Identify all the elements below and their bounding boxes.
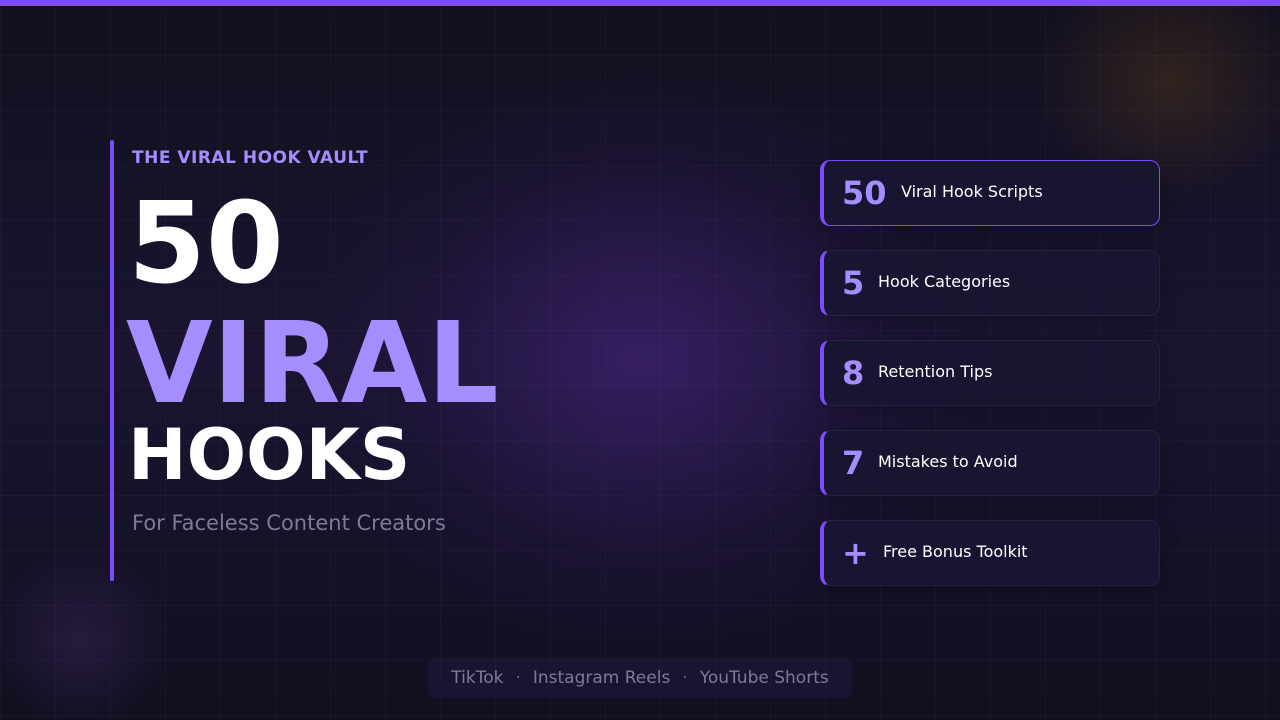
platform-instagram-reels: Instagram Reels xyxy=(532,668,671,688)
platform-list: TikTok · Instagram Reels · YouTube Short… xyxy=(428,658,852,698)
title-line-number: 50 xyxy=(128,179,284,309)
title-line-viral: VIRAL xyxy=(126,299,499,429)
stat-label: Retention Tips xyxy=(878,362,993,381)
stat-label: Free Bonus Toolkit xyxy=(883,542,1028,561)
platform-youtube-shorts: YouTube Shorts xyxy=(699,668,829,688)
top-accent-bar xyxy=(0,0,1280,6)
stat-card-hook-categories: 5 Hook Categories xyxy=(820,250,1160,316)
platform-tiktok: TikTok xyxy=(451,668,504,688)
separator-dot: · xyxy=(682,668,688,688)
stat-card-bonus-toolkit: + Free Bonus Toolkit xyxy=(820,520,1160,586)
stat-number: 5 xyxy=(842,264,865,302)
subtitle: For Faceless Content Creators xyxy=(132,511,446,535)
eyebrow-label: THE VIRAL HOOK VAULT xyxy=(132,148,369,168)
stat-number: 7 xyxy=(842,444,865,482)
separator-dot: · xyxy=(515,668,521,688)
stat-number: 8 xyxy=(842,354,865,392)
stat-number: 50 xyxy=(842,174,887,212)
stat-card-mistakes: 7 Mistakes to Avoid xyxy=(820,430,1160,496)
stat-label: Hook Categories xyxy=(878,272,1011,291)
plus-icon: + xyxy=(842,534,869,572)
stat-card-retention-tips: 8 Retention Tips xyxy=(820,340,1160,406)
stat-label: Mistakes to Avoid xyxy=(878,452,1018,471)
stat-card-hook-scripts: 50 Viral Hook Scripts xyxy=(820,160,1160,226)
title-line-hooks: HOOKS xyxy=(128,414,411,496)
stat-label: Viral Hook Scripts xyxy=(901,182,1043,201)
title-accent-line xyxy=(110,140,114,581)
